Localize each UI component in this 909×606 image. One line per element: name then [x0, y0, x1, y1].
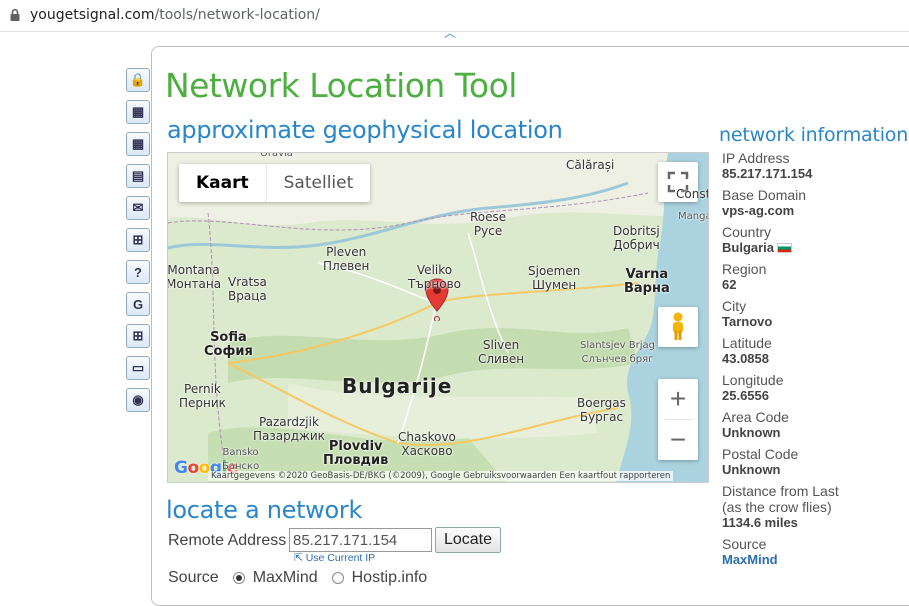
arrow-icon: ⇱	[294, 552, 306, 564]
ip-address-value: 85.217.171.154	[722, 166, 813, 181]
source-info-link[interactable]: MaxMind	[722, 552, 909, 568]
network-icon[interactable]: ⊞	[126, 228, 150, 252]
area-code-label: Area Code	[722, 409, 789, 425]
map-label-constanta: Consta	[676, 187, 708, 201]
globe-icon[interactable]: ◉	[126, 388, 150, 412]
map-attribution[interactable]: Kaartgegevens ©2020 GeoBasis-DE/BKG (©20…	[208, 471, 674, 481]
country-label: Bulgarije	[342, 374, 453, 398]
locate-heading: locate a network	[166, 496, 363, 524]
source-option-maxmind[interactable]: MaxMind	[253, 569, 318, 587]
remote-address-label: Remote Address	[168, 532, 287, 549]
zoom-control: + −	[658, 379, 698, 460]
postal-code-label: Postal Code	[722, 446, 799, 462]
longitude-label: Longitude	[722, 372, 784, 388]
base-domain-value: vps-ag.com	[722, 203, 795, 218]
bulgaria-flag-icon	[777, 243, 793, 253]
map-label-sjoemen: Sjoemen Шумен	[528, 264, 581, 292]
pegman-icon	[673, 312, 683, 340]
source-radio-maxmind[interactable]	[232, 572, 245, 584]
longitude-value: 25.6556	[722, 388, 769, 403]
page-title: Network Location Tool	[165, 66, 517, 105]
lock-icon	[10, 8, 20, 21]
zoom-in-button[interactable]: +	[658, 379, 698, 419]
map-label-oravia: Oravia	[260, 152, 293, 159]
url-text: yougetsignal.com/tools/network-location/	[30, 7, 320, 23]
server-icon[interactable]: ▤	[126, 164, 150, 188]
chevron-up-icon[interactable]: ︿	[444, 27, 456, 39]
map-view[interactable]: Kaart Satelliet + − Bulgarije Google Kaa…	[167, 152, 709, 483]
geo-location-heading: approximate geophysical location	[167, 116, 563, 144]
windows-icon[interactable]: ⊞	[126, 324, 150, 348]
source-radio-hostip[interactable]	[331, 572, 344, 584]
locate-button[interactable]: Locate	[435, 527, 501, 553]
remote-address-input[interactable]	[289, 528, 432, 552]
source-option-hostip[interactable]: Hostip.info	[352, 569, 428, 587]
map-pin-icon[interactable]: ▦	[126, 132, 150, 156]
mail-icon[interactable]: ✉	[126, 196, 150, 220]
latitude-label: Latitude	[722, 335, 772, 351]
distance-label: Distance from Last	[722, 483, 839, 499]
map-icon[interactable]: ▦	[126, 100, 150, 124]
distance-label-sub: (as the crow flies)	[722, 499, 832, 515]
source-label: Source	[168, 569, 219, 586]
map-type-control: Kaart Satelliet	[179, 164, 371, 202]
network-info-heading: network information	[719, 124, 909, 146]
map-label-calarasi: Călărași	[566, 158, 615, 172]
country-value-row: Bulgaria	[722, 240, 909, 256]
map-label-boergas: Boergas Бургас	[577, 396, 626, 424]
source-info-label: Source	[722, 536, 767, 552]
zoom-out-button[interactable]: −	[658, 420, 698, 460]
map-label-vratsa: Vratsa Враца	[228, 275, 267, 303]
city-label: City	[722, 298, 747, 314]
region-value: 62	[722, 277, 737, 292]
street-view-button[interactable]	[658, 307, 698, 347]
map-label-pleven: Pleven Плевен	[323, 245, 370, 273]
country-label: Country	[722, 224, 772, 240]
ip-address-label: IP Address	[722, 150, 790, 166]
lock-icon[interactable]: 🔒	[126, 68, 150, 92]
map-label-varna: Varna Варна	[624, 267, 670, 296]
map-label-sofia: Sofia София	[204, 330, 253, 359]
map-label-dobritsj: Dobritsj Добрич	[613, 224, 660, 252]
map-label-pernik: Pernik Перник	[179, 382, 226, 410]
drive-icon[interactable]: ▭	[126, 356, 150, 380]
map-label-montana: Montana Монтана	[167, 263, 222, 291]
region-label: Region	[722, 261, 767, 277]
area-code-value: Unknown	[722, 425, 781, 440]
map-label-mangalia: Mangalia	[678, 211, 708, 222]
tab-satellite[interactable]: Satelliet	[267, 164, 371, 202]
map-label-veliko: Veliko Търново	[408, 263, 462, 291]
city-value: Tarnovo	[722, 314, 773, 329]
base-domain-label: Base Domain	[722, 187, 807, 203]
map-label-sliven: Sliven Сливен	[478, 338, 525, 366]
tab-map[interactable]: Kaart	[179, 164, 267, 202]
map-label-chaskovo: Chaskovo Хасково	[398, 430, 456, 458]
map-label-plovdiv: Plovdiv Пловдив	[323, 439, 389, 468]
postal-code-value: Unknown	[722, 462, 781, 477]
tool-sidebar: 🔒 ▦ ▦ ▤ ✉ ⊞? G ⊞ ▭ ◉	[126, 68, 152, 420]
use-current-ip-link[interactable]: ⇱ Use Current IP	[294, 552, 375, 564]
latitude-value: 43.0858	[722, 351, 769, 366]
map-label-roese: Roese Русе	[470, 210, 507, 238]
map-label-pazardzjik: Pazardzjik Пазарджик	[253, 415, 325, 443]
map-label-slantsjev: Slantsjev Brjag Слънчев бряг	[580, 340, 655, 365]
google-icon[interactable]: G	[126, 292, 150, 316]
distance-value: 1134.6 miles	[722, 515, 798, 530]
map-label-bansko: Bansko Банско	[222, 447, 260, 472]
country-value: Bulgaria	[722, 240, 775, 255]
help-icon[interactable]: ?	[126, 260, 150, 284]
network-info-panel: IP Address 85.217.171.154 Base Domain vp…	[722, 150, 909, 573]
source-selector: Source MaxMind Hostip.info	[168, 569, 427, 587]
